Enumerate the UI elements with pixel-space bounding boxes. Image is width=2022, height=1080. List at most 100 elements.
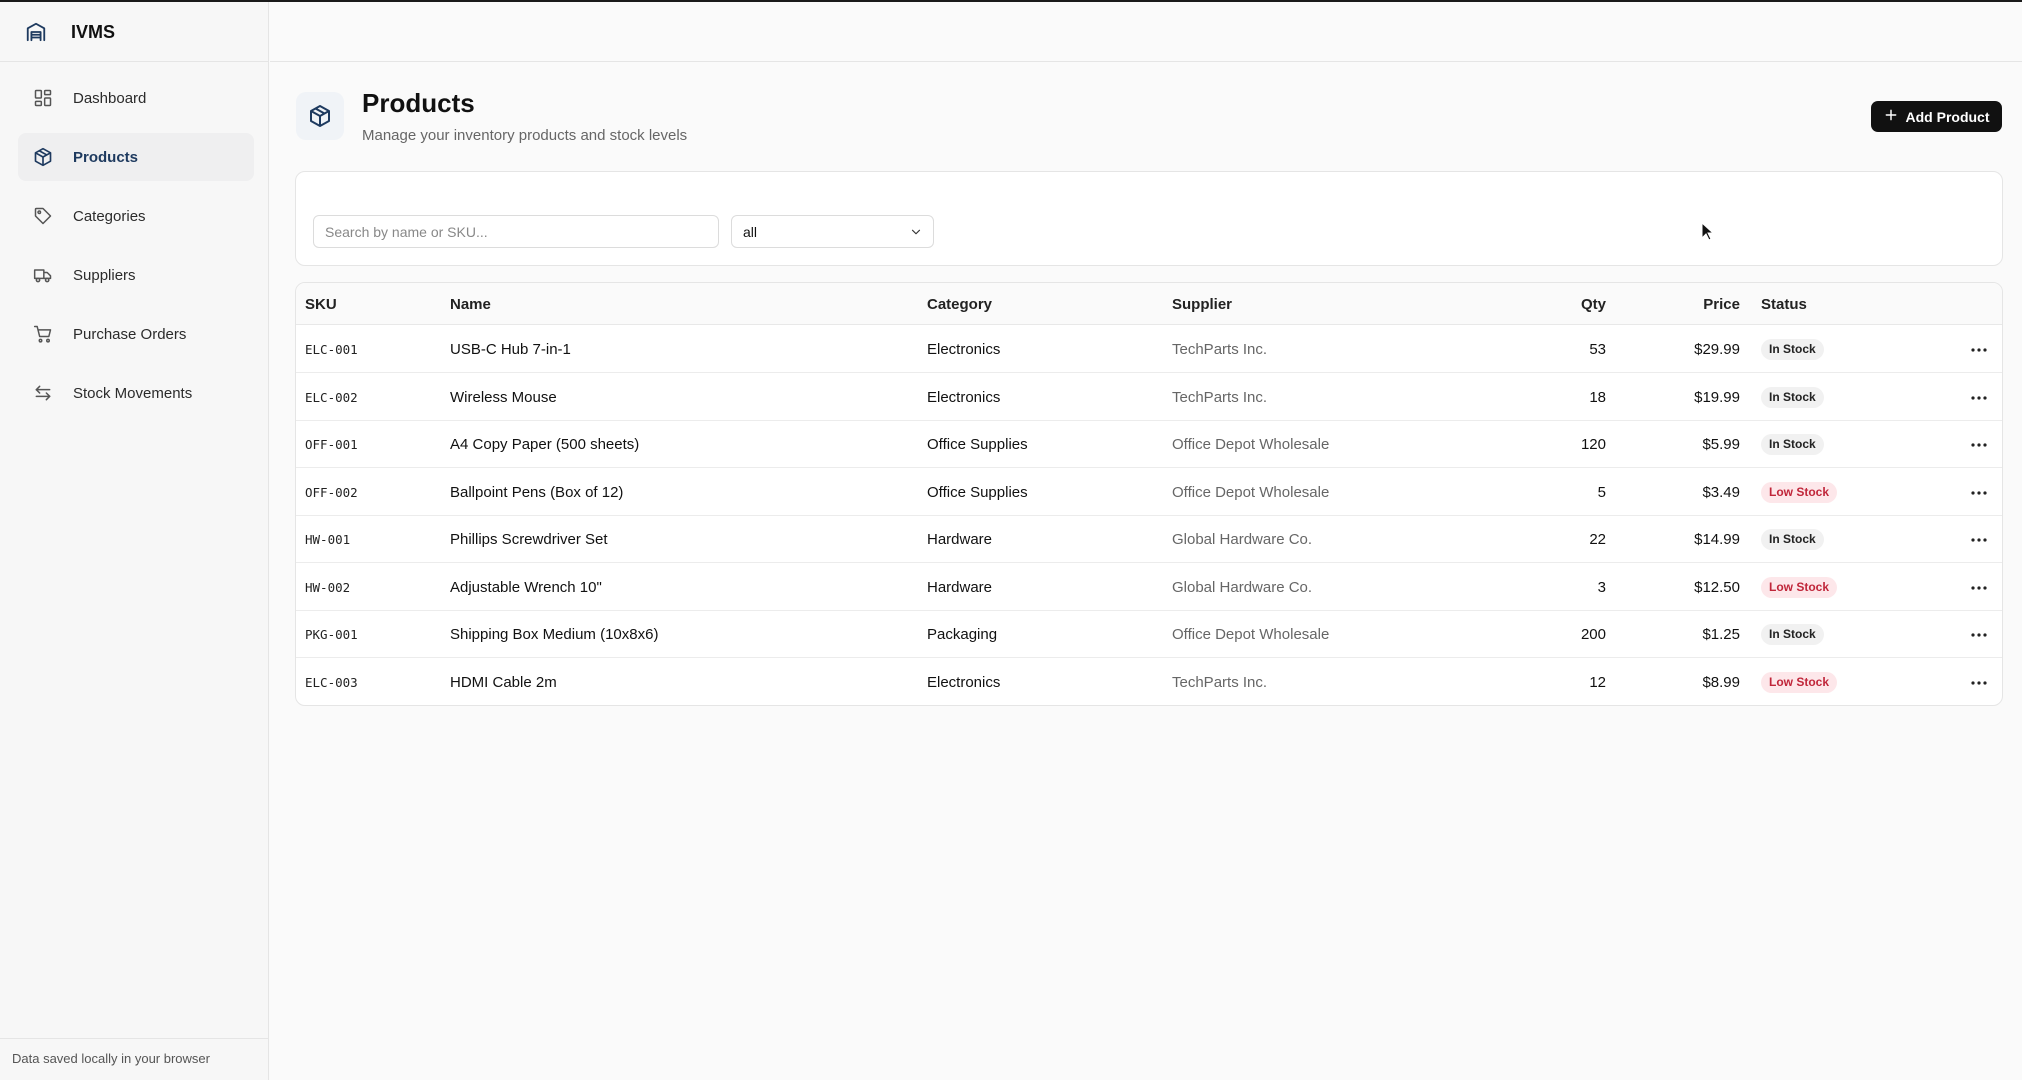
column-header-qty[interactable]: Qty	[1546, 296, 1606, 313]
sidebar-item-dashboard[interactable]: Dashboard	[18, 74, 254, 122]
cell-sku: ELC-003	[305, 674, 358, 690]
status-badge: Low Stock	[1761, 481, 1838, 503]
table-row[interactable]: HW-001 Phillips Screwdriver Set Hardware Gl…	[296, 516, 2002, 563]
cell-name: Phillips Screwdriver Set	[450, 531, 608, 548]
cell-qty: 53	[1589, 341, 1606, 358]
sidebar-item-label: Suppliers	[73, 266, 136, 284]
add-product-label: Add Product	[1905, 108, 1990, 125]
table-row[interactable]: PKG-001 Shipping Box Medium (10x8x6) Packa…	[296, 611, 2002, 658]
cart-icon	[32, 323, 54, 345]
cell-qty: 200	[1580, 626, 1606, 643]
row-actions-more-icon[interactable]	[1966, 338, 1992, 362]
box-icon	[32, 146, 54, 168]
sidebar-item-purchase-orders[interactable]: Purchase Orders	[18, 310, 254, 358]
cell-price: $1.25	[1702, 626, 1740, 643]
cell-name: Shipping Box Medium (10x8x6)	[450, 626, 659, 643]
add-product-button[interactable]: Add Product	[1871, 101, 2002, 132]
cell-name: A4 Copy Paper (500 sheets)	[450, 436, 640, 453]
page-title: Products	[362, 88, 475, 118]
cell-name: USB-C Hub 7-in-1	[450, 341, 571, 358]
status-badge: Low Stock	[1761, 671, 1838, 693]
cell-supplier: Office Depot Wholesale	[1172, 483, 1330, 501]
table-row[interactable]: OFF-002 Ballpoint Pens (Box of 12) Office …	[296, 469, 2002, 516]
cell-category: Electronics	[927, 388, 1001, 406]
row-actions-more-icon[interactable]	[1966, 671, 1992, 695]
sidebar-item-products[interactable]: Products	[18, 133, 254, 181]
sidebar-item-label: Categories	[73, 207, 146, 225]
sidebar-item-suppliers[interactable]: Suppliers	[18, 251, 254, 299]
cell-name: Adjustable Wrench 10"	[450, 578, 602, 596]
column-header-sku[interactable]: SKU	[305, 296, 337, 313]
status-filter-value: all	[743, 223, 758, 240]
cell-sku: HW-002	[305, 579, 351, 595]
cell-sku: OFF-002	[305, 484, 358, 500]
products-box-icon	[296, 92, 344, 140]
sidebar-item-label: Products	[73, 148, 139, 166]
table-row[interactable]: HW-002 Adjustable Wrench 10" Hardware Globa…	[296, 564, 2002, 611]
sidebar-item-stock-movements[interactable]: Stock Movements	[18, 369, 254, 417]
table-row[interactable]: OFF-001 A4 Copy Paper (500 sheets) Office …	[296, 421, 2002, 468]
table-row[interactable]: ELC-001 USB-C Hub 7-in-1 Electronics TechPa…	[296, 326, 2002, 373]
top-bar	[270, 2, 2022, 62]
cell-category: Electronics	[927, 341, 1001, 358]
sidebar-item-label: Dashboard	[73, 89, 147, 107]
arrows-swap-icon	[32, 382, 54, 404]
column-header-price[interactable]: Price	[1660, 296, 1740, 313]
cell-qty: 3	[1597, 578, 1606, 596]
status-badge: In Stock	[1761, 529, 1824, 550]
status-badge: In Stock	[1761, 624, 1824, 645]
cell-price: $8.99	[1702, 673, 1740, 691]
row-actions-more-icon[interactable]	[1966, 433, 1992, 457]
cell-price: $14.99	[1694, 531, 1740, 548]
row-actions-more-icon[interactable]	[1966, 623, 1992, 647]
sidebar-item-label: Purchase Orders	[73, 325, 187, 343]
products-table: SKU Name Category Supplier Qty Price Sta…	[295, 282, 2003, 706]
table-row[interactable]: ELC-003 HDMI Cable 2m Electronics TechParts…	[296, 659, 2002, 706]
column-header-supplier[interactable]: Supplier	[1172, 296, 1232, 313]
row-actions-more-icon[interactable]	[1966, 576, 1992, 600]
cell-supplier: Global Hardware Co.	[1172, 578, 1313, 596]
mouse-cursor-icon	[1701, 221, 1715, 247]
sidebar-item-categories[interactable]: Categories	[18, 192, 254, 240]
cell-qty: 12	[1589, 673, 1606, 691]
sidebar: IVMS Dashboard Products Categories Suppl…	[0, 2, 269, 1080]
warehouse-logo-icon	[20, 16, 52, 48]
row-actions-more-icon[interactable]	[1966, 386, 1992, 410]
cell-sku: ELC-001	[305, 342, 358, 357]
cell-qty: 120	[1580, 436, 1606, 453]
status-filter-select[interactable]: all	[731, 215, 934, 248]
column-header-category[interactable]: Category	[927, 296, 992, 313]
column-header-status[interactable]: Status	[1761, 296, 1807, 313]
row-actions-more-icon[interactable]	[1966, 481, 1992, 505]
cell-supplier: TechParts Inc.	[1172, 341, 1268, 358]
status-badge: In Stock	[1761, 434, 1824, 455]
cell-name: Wireless Mouse	[450, 388, 557, 406]
truck-icon	[32, 264, 54, 286]
sidebar-nav: Dashboard Products Categories Suppliers …	[18, 74, 254, 428]
storage-notice: Data saved locally in your browser	[0, 1038, 268, 1080]
cell-price: $29.99	[1694, 341, 1740, 358]
status-badge: Low Stock	[1761, 576, 1838, 598]
filter-card: all	[295, 171, 2003, 266]
page-subtitle: Manage your inventory products and stock…	[362, 127, 688, 144]
cell-category: Hardware	[927, 531, 993, 548]
column-header-name[interactable]: Name	[450, 296, 491, 313]
cell-sku: OFF-001	[305, 437, 358, 452]
cell-qty: 22	[1589, 531, 1606, 548]
cell-name: Ballpoint Pens (Box of 12)	[450, 483, 624, 501]
cell-supplier: Global Hardware Co.	[1172, 531, 1313, 548]
table-row[interactable]: ELC-002 Wireless Mouse Electronics TechPart…	[296, 374, 2002, 421]
cell-price: $12.50	[1694, 578, 1740, 596]
cell-qty: 5	[1597, 483, 1606, 501]
cell-category: Hardware	[927, 578, 993, 596]
chevron-down-icon	[909, 225, 923, 242]
cell-price: $5.99	[1702, 436, 1740, 453]
cell-category: Office Supplies	[927, 483, 1028, 501]
search-input[interactable]	[313, 215, 719, 248]
row-actions-more-icon[interactable]	[1966, 528, 1992, 552]
cell-supplier: Office Depot Wholesale	[1172, 436, 1330, 453]
cell-sku: PKG-001	[305, 627, 358, 642]
dashboard-grid-icon	[32, 87, 54, 109]
cell-sku: ELC-002	[305, 389, 358, 405]
brand: IVMS	[0, 2, 268, 62]
